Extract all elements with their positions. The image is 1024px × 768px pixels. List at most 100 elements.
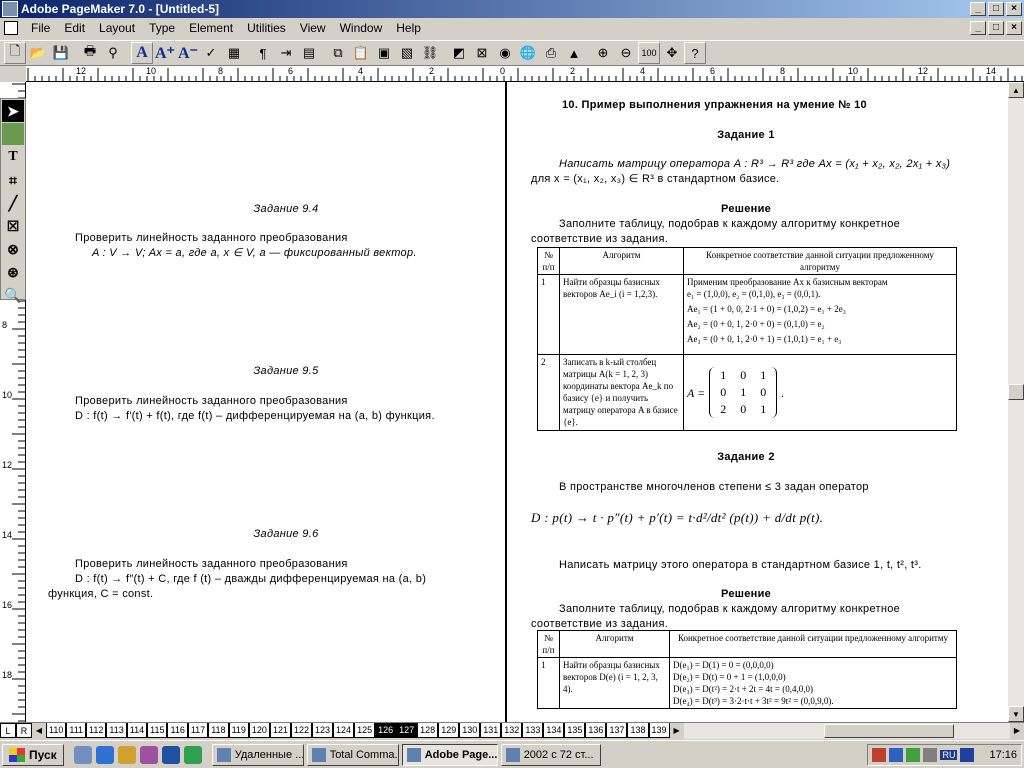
page-tab-111[interactable]: 111 — [66, 723, 87, 738]
title-bar[interactable]: Adobe PageMaker 7.0 - [Untitled-5] _ □ × — [0, 0, 1024, 18]
tray-network-icon[interactable] — [889, 748, 904, 762]
language-indicator[interactable]: RU — [940, 750, 958, 760]
page-tab-120[interactable]: 120 — [248, 723, 270, 738]
clock[interactable]: 17:16 — [989, 749, 1017, 761]
page-tab-123[interactable]: 123 — [312, 723, 334, 738]
right-master-page-tab[interactable]: R — [16, 723, 32, 738]
zoom-tool-icon[interactable]: 🔍 — [2, 284, 24, 306]
page-tab-134[interactable]: 134 — [543, 723, 565, 738]
polygon-frame-icon[interactable]: ⊛ — [2, 261, 24, 283]
menu-type[interactable]: Type — [142, 18, 182, 38]
font-icon[interactable]: A — [131, 42, 153, 64]
zoom-in-icon[interactable]: ⊕ — [592, 42, 614, 64]
page-tab-124[interactable]: 124 — [333, 723, 355, 738]
link-icon[interactable]: ⛓ — [419, 42, 441, 64]
quicklaunch-word-icon[interactable] — [161, 745, 180, 764]
spellcheck-icon[interactable]: ✓ — [200, 42, 222, 64]
page-tab-139[interactable]: 139 — [648, 723, 670, 738]
rotate-tool-icon[interactable] — [2, 123, 24, 145]
page-tab-131[interactable]: 131 — [480, 723, 502, 738]
quicklaunch-desktop-icon[interactable] — [73, 745, 92, 764]
doc-minimize-button[interactable]: _ — [970, 21, 986, 35]
page-scroll-left-icon[interactable]: ◀ — [32, 724, 46, 738]
tray-app-icon[interactable] — [872, 748, 887, 762]
table-icon[interactable]: ▦ — [223, 42, 245, 64]
page-tab-116[interactable]: 116 — [167, 723, 188, 738]
ellipse-frame-icon[interactable]: ⊗ — [2, 238, 24, 260]
page-tab-133[interactable]: 133 — [522, 723, 544, 738]
hscroll-thumb[interactable] — [823, 723, 954, 738]
menu-help[interactable]: Help — [389, 18, 428, 38]
horizontal-ruler[interactable]: 12 10 8 6 4 2 0 2 4 6 8 10 12 14 — [26, 66, 1024, 82]
page-tab-135[interactable]: 135 — [564, 723, 586, 738]
page-tab-137[interactable]: 137 — [606, 723, 628, 738]
menu-edit[interactable]: Edit — [57, 18, 92, 38]
minimize-button[interactable]: _ — [970, 2, 986, 16]
quicklaunch-app-icon[interactable] — [139, 745, 158, 764]
page-tab-122[interactable]: 122 — [290, 723, 313, 738]
zoom-100-icon[interactable]: 100 — [638, 42, 660, 64]
page-tab-115[interactable]: 115 — [147, 723, 168, 738]
page-tab-132[interactable]: 132 — [501, 723, 523, 738]
web-icon[interactable]: ◉ — [494, 42, 516, 64]
pdf-icon[interactable]: ⎙ — [540, 42, 562, 64]
tray-volume-icon[interactable] — [923, 748, 938, 762]
page-tab-128[interactable]: 128 — [417, 723, 439, 738]
text-tool-icon[interactable]: T — [2, 146, 24, 168]
task-total-commander[interactable]: Total Comma... — [306, 743, 399, 766]
page-tab-114[interactable]: 114 — [126, 723, 148, 738]
start-button[interactable]: Пуск — [2, 743, 64, 766]
text-frame-icon[interactable]: ▤ — [298, 42, 320, 64]
close-button[interactable]: × — [1006, 2, 1022, 16]
page-tab-126[interactable]: 126 — [375, 723, 397, 738]
tray-antivirus-icon[interactable] — [906, 748, 921, 762]
font-size-down-icon[interactable]: A⁻ — [177, 42, 199, 64]
frame-icon[interactable]: ▣ — [373, 42, 395, 64]
task-pagemaker[interactable]: Adobe Page... — [401, 743, 498, 766]
paste-icon[interactable]: 📋 — [350, 42, 372, 64]
acrobat-icon[interactable]: ▲ — [563, 42, 585, 64]
tray-keyboard-icon[interactable] — [960, 748, 975, 762]
page-tab-129[interactable]: 129 — [438, 723, 460, 738]
open-icon[interactable]: 📂 — [27, 42, 49, 64]
color-icon[interactable]: ◩ — [448, 42, 470, 64]
image-icon[interactable]: ▧ — [396, 42, 418, 64]
hscroll-right-icon[interactable]: ▶ — [1010, 724, 1024, 738]
page-tab-136[interactable]: 136 — [585, 723, 607, 738]
menu-file[interactable]: File — [24, 18, 57, 38]
scroll-up-button[interactable]: ▲ — [1008, 82, 1024, 98]
quicklaunch-outlook-icon[interactable] — [117, 745, 136, 764]
scroll-down-button[interactable]: ▼ — [1008, 706, 1024, 722]
pointer-tool-icon[interactable]: ➤ — [2, 100, 24, 122]
doc-maximize-button[interactable]: □ — [988, 21, 1004, 35]
task-remote[interactable]: Удаленные ... — [211, 743, 304, 766]
document-workspace[interactable]: Задание 9.4 Проверить линейность заданно… — [26, 82, 1008, 722]
document-icon[interactable] — [4, 21, 18, 35]
quicklaunch-excel-icon[interactable] — [183, 745, 202, 764]
menu-layout[interactable]: Layout — [92, 18, 142, 38]
page-tab-113[interactable]: 113 — [106, 723, 127, 738]
new-icon[interactable]: 🗋 — [4, 42, 26, 64]
menu-element[interactable]: Element — [182, 18, 240, 38]
task-word-doc[interactable]: 2002 с 72 ст... — [500, 743, 601, 766]
help-icon[interactable]: ? — [684, 42, 706, 64]
crop-tool-icon[interactable]: ⌗ — [2, 169, 24, 191]
find-icon[interactable]: ⚲ — [102, 42, 124, 64]
page-tab-130[interactable]: 130 — [459, 723, 481, 738]
doc-close-button[interactable]: × — [1006, 21, 1022, 35]
print-icon[interactable]: 🖶 — [79, 42, 101, 64]
tab-icon[interactable]: ⇥ — [275, 42, 297, 64]
vertical-scrollbar[interactable]: ▲ ▼ — [1008, 82, 1024, 722]
zoom-out-icon[interactable]: ⊖ — [615, 42, 637, 64]
menu-window[interactable]: Window — [333, 18, 390, 38]
menu-view[interactable]: View — [293, 18, 333, 38]
page-tab-125[interactable]: 125 — [354, 723, 376, 738]
page-tab-121[interactable]: 121 — [269, 723, 291, 738]
copy-icon[interactable]: ⧉ — [327, 42, 349, 64]
page-tab-119[interactable]: 119 — [228, 723, 249, 738]
page-tab-118[interactable]: 118 — [208, 723, 229, 738]
fit-page-icon[interactable]: ✥ — [661, 42, 683, 64]
page-scroll-right-icon[interactable]: ▶ — [670, 724, 684, 738]
page-tab-112[interactable]: 112 — [86, 723, 107, 738]
horizontal-scrollbar[interactable] — [683, 722, 1010, 739]
